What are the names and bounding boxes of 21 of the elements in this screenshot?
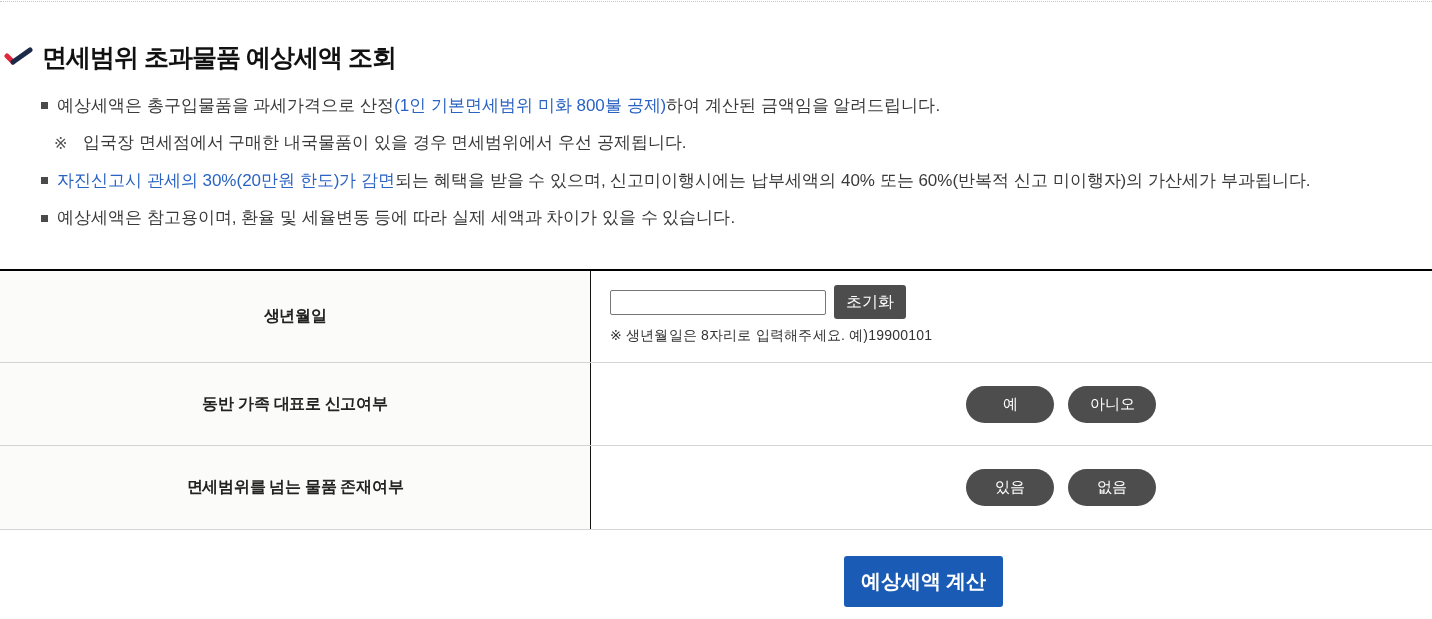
reset-button[interactable]: 초기화 (834, 285, 906, 319)
option-button[interactable]: 있음 (966, 469, 1054, 506)
option-button[interactable]: 아니오 (1068, 385, 1156, 423)
notice-text: 예상세액은 참고용이며, 환율 및 세율변동 등에 따라 실제 세액과 차이가 있을 수 있습니다. (57, 207, 736, 230)
bullet-icon (41, 177, 48, 185)
reference-mark: ※ (54, 133, 69, 153)
row-label: 동반 가족 대표로 신고여부 (202, 393, 388, 414)
notice-text: 자진신고시 관세의 30%(20만원 한도)가 감면되는 혜택을 받을 수 있으며, 신고미이행시에는 납부세액의 40% 또는 60%(반복적 신고 미이행자)의 가산세가 부과됩니다. (57, 169, 1311, 192)
birthdate-input-field[interactable] (610, 289, 826, 315)
row-label: 생년월일 (263, 306, 327, 326)
row-label: 면세범위를 넘는 물품 존재여부 (186, 477, 404, 497)
option-button[interactable]: 없음 (1068, 469, 1156, 506)
checkmark-icon (4, 46, 34, 68)
option-button[interactable]: 예 (966, 385, 1054, 423)
notice-text: 입국장 면세점에서 구매한 내국물품이 있을 경우 면세범위에서 우선 공제됩니다. (83, 132, 687, 155)
calculate-button[interactable]: 예상세액 계산 (844, 556, 1003, 607)
bullet-icon (41, 214, 48, 222)
bullet-icon (41, 102, 48, 110)
notice-text: 예상세액은 총구입물품을 과세가격으로 산정(1인 기본면세범위 미화 800불 공제)하여 계산된 금액임을 알려드립니다. (57, 94, 941, 117)
input-hint: ※ 생년월일은 8자리로 입력해주세요. 예)19900101 (610, 327, 933, 345)
page-title: 면세범위 초과물품 예상세액 조회 (42, 42, 396, 73)
